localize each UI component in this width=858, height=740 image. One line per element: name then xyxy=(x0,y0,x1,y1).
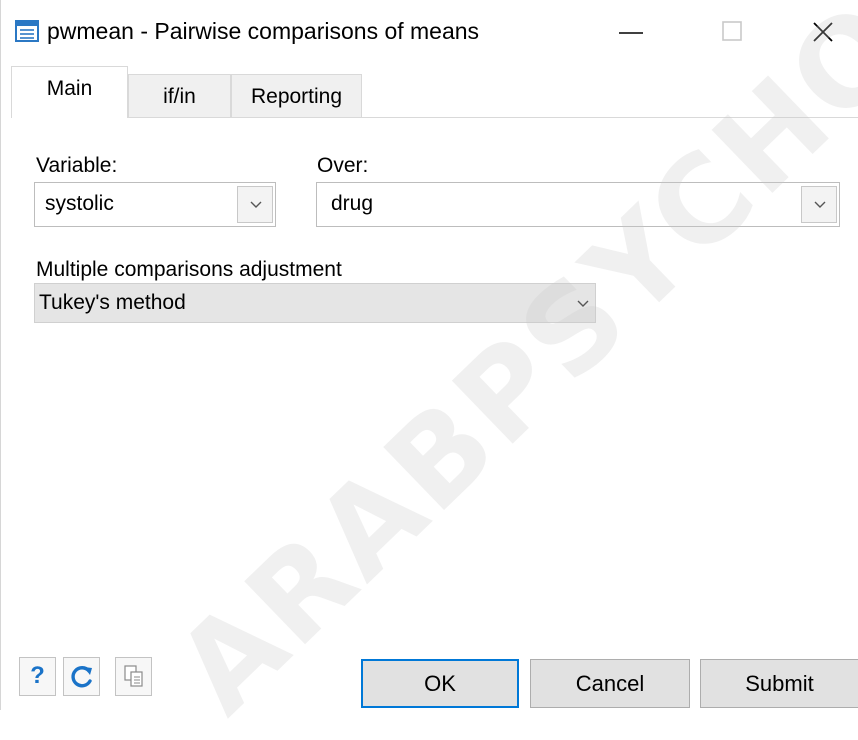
tab-strip: Main if/in Reporting xyxy=(11,66,858,118)
window-title: pwmean - Pairwise comparisons of means xyxy=(47,18,480,44)
chevron-down-icon xyxy=(814,201,826,208)
chevron-down-icon xyxy=(250,201,262,208)
help-button[interactable]: ? xyxy=(19,657,56,696)
over-dropdown-button[interactable] xyxy=(801,186,837,223)
reset-button[interactable] xyxy=(63,657,100,696)
copy-command-button[interactable] xyxy=(115,657,152,696)
adjustment-select[interactable]: Tukey's method xyxy=(34,283,596,323)
over-combobox[interactable]: drug xyxy=(316,182,840,227)
tab-if-in[interactable]: if/in xyxy=(128,74,231,117)
adjustment-value[interactable]: Tukey's method xyxy=(39,290,186,316)
minimize-button[interactable] xyxy=(611,12,651,52)
variable-combobox[interactable]: systolic xyxy=(34,182,276,227)
variable-dropdown-button[interactable] xyxy=(237,186,273,223)
variable-value[interactable]: systolic xyxy=(45,191,114,217)
dialog-window: pwmean - Pairwise comparisons of means M… xyxy=(0,0,858,740)
submit-button[interactable]: Submit xyxy=(700,659,858,708)
dialog-app-icon xyxy=(15,20,39,42)
copy-icon xyxy=(124,665,143,687)
cancel-button[interactable]: Cancel xyxy=(530,659,690,708)
close-button[interactable] xyxy=(803,12,843,52)
variable-label: Variable: xyxy=(36,154,118,177)
tab-main[interactable]: Main xyxy=(11,66,128,118)
maximize-button[interactable] xyxy=(711,12,751,52)
over-label: Over: xyxy=(317,154,369,177)
title-bar: pwmean - Pairwise comparisons of means xyxy=(1,0,858,62)
tab-reporting[interactable]: Reporting xyxy=(231,74,362,117)
question-mark-icon: ? xyxy=(30,662,45,689)
ok-button[interactable]: OK xyxy=(361,659,519,708)
tab-divider xyxy=(11,117,858,118)
over-value[interactable]: drug xyxy=(331,191,373,217)
refresh-icon xyxy=(71,666,92,688)
chevron-down-icon[interactable] xyxy=(577,300,589,308)
adjustment-label: Multiple comparisons adjustment xyxy=(36,258,342,281)
